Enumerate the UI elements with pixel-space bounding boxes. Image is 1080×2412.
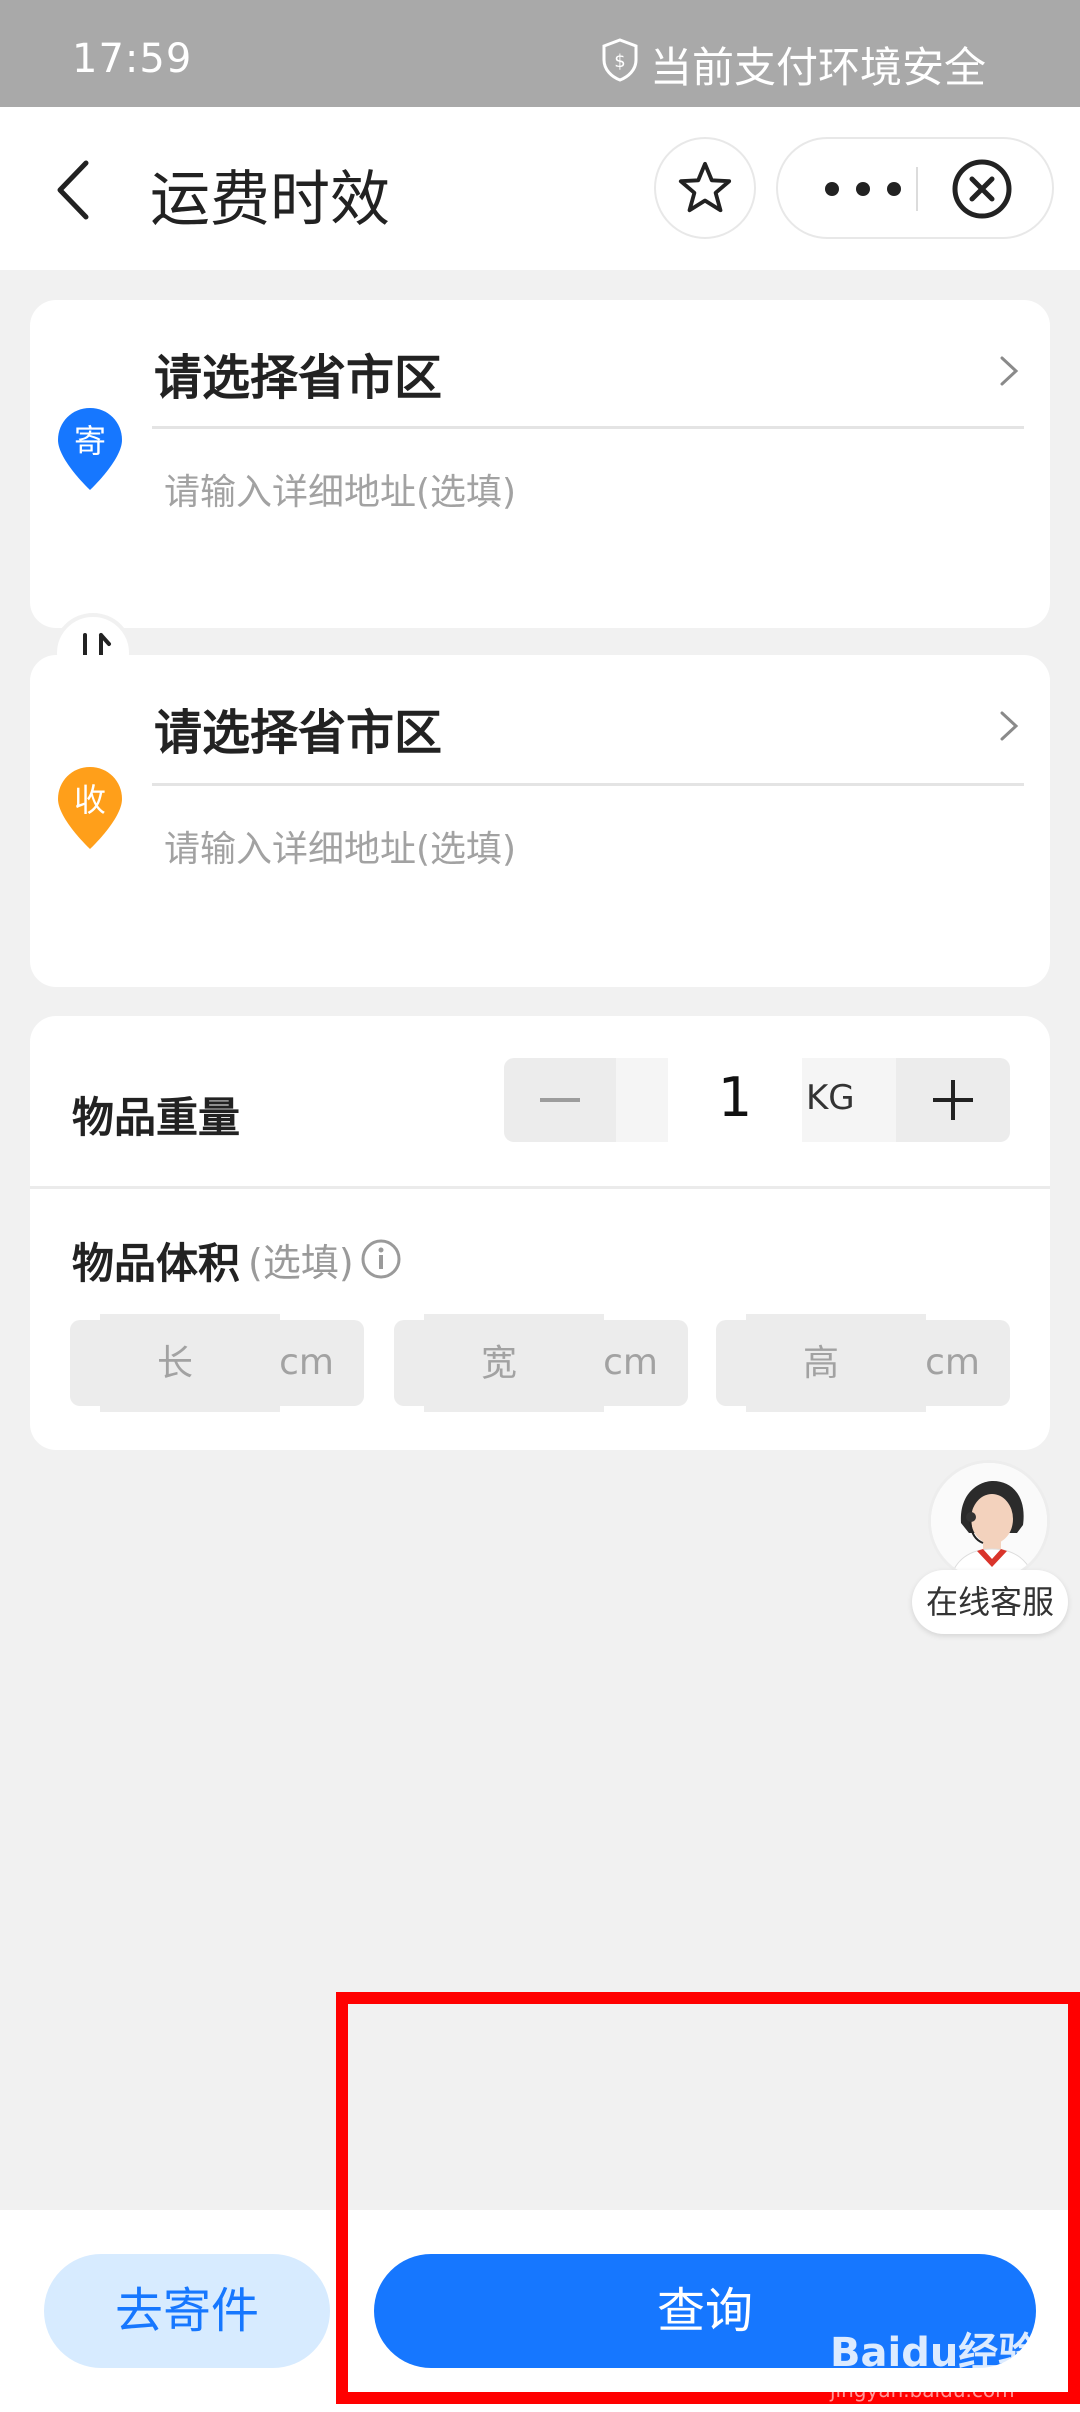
weight-value-box: 1 KG	[616, 1052, 896, 1148]
receiver-region-select[interactable]: 请选择省市区	[154, 693, 442, 763]
customer-service-label: 在线客服	[912, 1570, 1068, 1634]
svg-text:$: $	[614, 51, 625, 72]
minus-icon	[540, 1098, 580, 1102]
plus-icon	[933, 1080, 973, 1120]
receiver-badge: 收	[73, 781, 106, 819]
volume-label: 物品体积	[72, 1239, 241, 1288]
goods-divider	[30, 1186, 1050, 1189]
width-input[interactable]	[424, 1334, 574, 1392]
customer-service-button[interactable]: 在线客服	[912, 1456, 1068, 1636]
go-send-button[interactable]: 去寄件	[44, 2254, 330, 2368]
status-bar: 17:59 $ 当前支付环境安全	[0, 0, 1080, 107]
shield-icon: $	[600, 37, 640, 92]
weight-increase-button[interactable]	[896, 1058, 1010, 1142]
capsule-divider	[916, 167, 918, 211]
receiver-card: 收 请选择省市区	[30, 655, 1050, 987]
height-field: cm	[716, 1314, 1010, 1412]
customer-service-avatar	[928, 1460, 1050, 1582]
receiver-pin-icon: 收	[56, 765, 124, 851]
weight-stepper: 1 KG	[504, 1052, 1010, 1148]
length-input[interactable]	[100, 1334, 250, 1392]
length-field: cm	[70, 1314, 364, 1412]
sender-pin-icon: 寄	[56, 406, 124, 492]
close-button[interactable]	[950, 157, 1014, 221]
sender-address-input[interactable]	[164, 462, 984, 522]
query-button[interactable]: 查询	[374, 2254, 1036, 2368]
weight-value: 1	[717, 1066, 753, 1129]
weight-label: 物品重量	[72, 1093, 241, 1142]
length-unit: cm	[279, 1342, 334, 1383]
back-button[interactable]	[46, 155, 106, 225]
goods-card: 物品重量 1 KG 物品体积 (选填) cm cm cm	[30, 1016, 1050, 1450]
chevron-right-icon	[1000, 356, 1019, 386]
info-icon[interactable]	[360, 1238, 402, 1280]
page-title: 运费时效	[150, 165, 390, 235]
sender-divider	[152, 426, 1024, 429]
more-dots-icon	[825, 182, 901, 196]
nav-bar: 运费时效	[0, 107, 1080, 270]
secure-text: 当前支付环境安全	[649, 43, 986, 92]
sender-region-select[interactable]: 请选择省市区	[154, 338, 442, 408]
chevron-left-icon	[57, 160, 89, 220]
width-field: cm	[394, 1314, 688, 1412]
more-button[interactable]	[818, 139, 908, 239]
weight-unit: KG	[806, 1078, 855, 1118]
height-input[interactable]	[746, 1334, 896, 1392]
close-circle-icon	[952, 159, 1012, 219]
chevron-right-icon	[1000, 711, 1019, 741]
favorite-button[interactable]	[654, 137, 756, 239]
mini-program-capsule	[776, 137, 1054, 239]
volume-optional-hint: (选填)	[248, 1241, 354, 1285]
status-time: 17:59	[72, 36, 193, 82]
star-icon	[678, 161, 732, 213]
height-unit: cm	[925, 1342, 980, 1383]
width-unit: cm	[603, 1342, 658, 1383]
bottom-action-bar: 去寄件 查询	[0, 2210, 1080, 2412]
secure-indicator: $ 当前支付环境安全	[600, 34, 986, 95]
receiver-divider	[152, 783, 1024, 786]
sender-badge: 寄	[73, 422, 106, 460]
receiver-address-input[interactable]	[164, 819, 984, 879]
weight-decrease-button[interactable]	[504, 1058, 616, 1142]
sender-card: 寄 请选择省市区	[30, 300, 1050, 628]
